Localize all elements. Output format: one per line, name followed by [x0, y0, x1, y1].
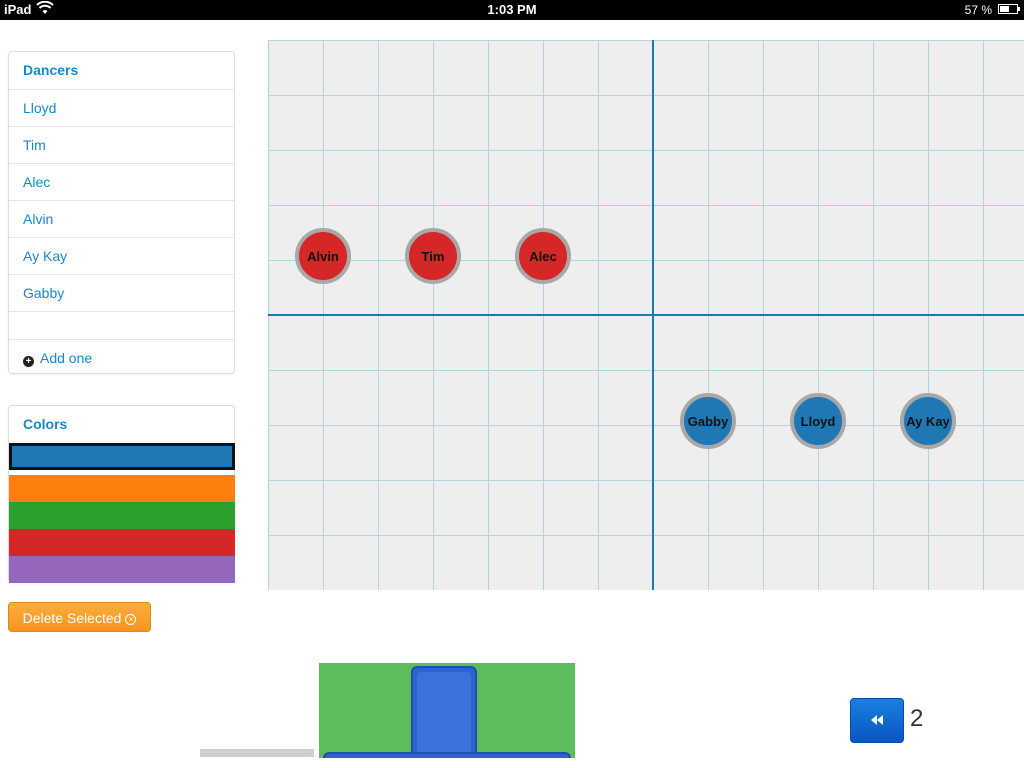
clock: 1:03 PM — [487, 2, 537, 17]
dancer-token-label: Gabby — [687, 413, 729, 429]
rewind-icon — [870, 712, 884, 728]
dancer-token-gabby[interactable]: Gabby — [680, 393, 736, 449]
dancer-list-item[interactable]: Gabby — [9, 275, 234, 312]
color-swatch-red[interactable] — [9, 529, 235, 556]
preview-block-horizontal — [323, 752, 571, 758]
colors-heading: Colors — [9, 406, 234, 444]
timeline-scrubber[interactable] — [200, 749, 314, 757]
dancer-token-label: Tim — [421, 248, 445, 264]
horizontal-axis — [268, 314, 1024, 316]
status-bar: iPad 1:03 PM 57 % — [0, 0, 1024, 20]
dancer-token-alec[interactable]: Alec — [515, 228, 571, 284]
dancer-token-label: Alec — [529, 248, 557, 264]
preview-block-vertical — [411, 666, 477, 758]
close-circle-icon: × — [125, 614, 137, 625]
dancer-list-item[interactable]: Alec — [9, 164, 234, 201]
delete-selected-label: Delete Selected — [22, 610, 122, 626]
dancer-token-label: Lloyd — [800, 413, 836, 429]
dancer-list: Lloyd Tim Alec Alvin Ay Kay Gabby — [9, 90, 234, 312]
color-swatch-blue[interactable] — [9, 443, 235, 470]
dancer-list-spacer — [9, 312, 234, 340]
dancer-list-item[interactable]: Alvin — [9, 201, 234, 238]
colors-panel: Colors — [8, 405, 235, 583]
dancer-token-ay-kay[interactable]: Ay Kay — [900, 393, 956, 449]
color-swatch-orange[interactable] — [9, 475, 235, 502]
dancers-heading: Dancers — [9, 52, 234, 90]
battery-icon — [998, 4, 1020, 14]
dancers-panel: Dancers Lloyd Tim Alec Alvin Ay Kay Gabb… — [8, 51, 235, 374]
color-swatch-green[interactable] — [9, 502, 235, 529]
dancer-list-item[interactable]: Lloyd — [9, 90, 234, 127]
delete-selected-button[interactable]: Delete Selected × — [8, 602, 151, 632]
dancer-token-label: Alvin — [307, 248, 339, 264]
formation-preview[interactable] — [319, 663, 575, 758]
dancer-list-item[interactable]: Tim — [9, 127, 234, 164]
dancer-list-item[interactable]: Ay Kay — [9, 238, 234, 275]
dancer-token-alvin[interactable]: Alvin — [295, 228, 351, 284]
dancer-token-lloyd[interactable]: Lloyd — [790, 393, 846, 449]
add-dancer-label: Add one — [40, 350, 93, 366]
battery-percent: 57 % — [964, 3, 992, 17]
plus-circle-icon: + — [23, 356, 34, 367]
stage-grid[interactable]: Alvin Tim Alec Gabby Lloyd Ay Kay — [268, 40, 1024, 590]
color-swatch-purple[interactable] — [9, 556, 235, 583]
rewind-button[interactable] — [850, 698, 904, 743]
add-dancer-button[interactable]: + Add one — [9, 340, 234, 376]
dancer-token-tim[interactable]: Tim — [405, 228, 461, 284]
page-number: 2 — [910, 705, 924, 732]
dancer-token-label: Ay Kay — [906, 413, 950, 429]
